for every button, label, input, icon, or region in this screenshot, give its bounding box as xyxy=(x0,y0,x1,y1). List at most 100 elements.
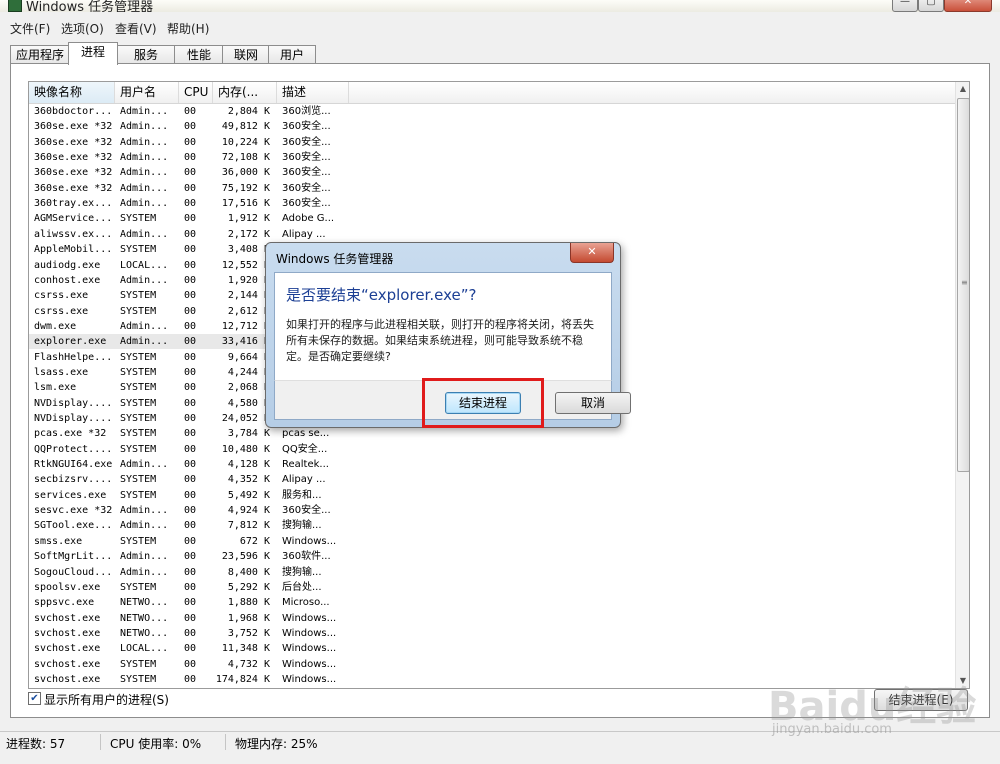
table-row[interactable]: 360se.exe *32 Admin... 00 49,812 K 360安全... xyxy=(29,119,349,134)
process-memory: 23,596 K xyxy=(221,551,270,563)
table-row[interactable]: spoolsv.exe SYSTEM 00 5,292 K 后台处... xyxy=(29,580,349,595)
tab-applications[interactable]: 应用程序 xyxy=(10,45,70,64)
minimize-button[interactable]: — xyxy=(892,0,918,12)
table-row[interactable]: 360bdoctor... Admin... 00 2,804 K 360浏览... xyxy=(29,104,349,119)
process-cpu: 00 xyxy=(184,489,197,501)
table-row[interactable]: services.exe SYSTEM 00 5,492 K 服务和... xyxy=(29,488,349,503)
menu-options[interactable]: 选项(O) xyxy=(61,20,104,37)
process-name: svchost.exe xyxy=(34,627,101,639)
table-row[interactable]: SoftMgrLit... Admin... 00 23,596 K 360软件... xyxy=(29,549,349,564)
table-row[interactable]: svchost.exe NETWO... 00 3,752 K Windows... xyxy=(29,626,349,641)
table-row[interactable]: SGTool.exe... Admin... 00 7,812 K 搜狗输... xyxy=(29,518,349,533)
process-name: 360se.exe *32 xyxy=(34,182,113,194)
status-process-count: 进程数: 57 xyxy=(6,737,66,751)
process-name: RtkNGUI64.exe xyxy=(34,459,113,471)
dialog-close-icon[interactable]: ✕ xyxy=(570,243,614,263)
checkbox-check-icon[interactable]: ✔ xyxy=(28,692,41,705)
process-description: Windows... xyxy=(282,627,337,639)
process-user: Admin... xyxy=(120,320,169,332)
menu-help[interactable]: 帮助(H) xyxy=(167,20,209,37)
table-row[interactable]: RtkNGUI64.exe Admin... 00 4,128 K Realtek... xyxy=(29,457,349,472)
process-cpu: 00 xyxy=(184,121,197,133)
process-cpu: 00 xyxy=(184,167,197,179)
scroll-thumb[interactable]: ≡ xyxy=(957,98,969,472)
process-user: Admin... xyxy=(120,505,169,517)
process-description: 360软件... xyxy=(282,551,331,563)
process-name: 360se.exe *32 xyxy=(34,121,113,133)
process-user: Admin... xyxy=(120,167,169,179)
tab-networking[interactable]: 联网 xyxy=(222,45,270,64)
table-row[interactable]: pcas.exe *32 SYSTEM 00 3,784 K pcas se... xyxy=(29,426,349,441)
table-row[interactable]: svchost.exe SYSTEM 00 4,732 K Windows... xyxy=(29,657,349,672)
process-memory: 49,812 K xyxy=(221,121,270,133)
process-user: Admin... xyxy=(120,566,169,578)
dialog-message: 如果打开的程序与此进程相关联，则打开的程序将关闭，将丢失所有未保存的数据。如果结… xyxy=(286,318,594,363)
process-memory: 5,292 K xyxy=(227,581,270,593)
table-row[interactable]: 360se.exe *32 Admin... 00 72,108 K 360安全... xyxy=(29,150,349,165)
process-user: SYSTEM xyxy=(120,382,157,394)
process-memory: 1,920 K xyxy=(227,274,270,286)
process-user: SYSTEM xyxy=(120,213,157,225)
close-button[interactable]: ✕ xyxy=(944,0,992,12)
scroll-up-arrow-icon[interactable]: ▲ xyxy=(956,82,969,96)
table-row[interactable]: svchost.exe NETWO... 00 1,968 K Windows... xyxy=(29,611,349,626)
process-cpu: 00 xyxy=(184,581,197,593)
column-user-name[interactable]: 用户名 xyxy=(115,82,179,103)
table-row[interactable]: secbizsrv.... SYSTEM 00 4,352 K Alipay ... xyxy=(29,472,349,487)
table-row[interactable]: 360se.exe *32 Admin... 00 10,224 K 360安全... xyxy=(29,135,349,150)
table-row[interactable]: sppsvc.exe NETWO... 00 1,880 K Microso... xyxy=(29,595,349,610)
column-description[interactable]: 描述 xyxy=(277,82,349,103)
column-image-name[interactable]: 映像名称 xyxy=(29,82,115,103)
process-cpu: 00 xyxy=(184,551,197,563)
vertical-scrollbar[interactable]: ▲ ≡ ▼ xyxy=(955,82,969,688)
tab-processes[interactable]: 进程 xyxy=(68,42,118,65)
process-cpu: 00 xyxy=(184,428,197,440)
menu-view[interactable]: 查看(V) xyxy=(115,20,157,37)
process-name: dwm.exe xyxy=(34,320,77,332)
table-row[interactable]: QQProtect.... SYSTEM 00 10,480 K QQ安全... xyxy=(29,442,349,457)
process-description: Alipay ... xyxy=(282,228,326,240)
table-row[interactable]: smss.exe SYSTEM 00 672 K Windows... xyxy=(29,534,349,549)
process-description: 360安全... xyxy=(282,198,331,210)
tab-services[interactable]: 服务 xyxy=(116,45,176,64)
menu-file[interactable]: 文件(F) xyxy=(10,20,50,37)
table-row[interactable]: 360tray.ex... Admin... 00 17,516 K 360安全... xyxy=(29,196,349,211)
process-memory: 9,664 K xyxy=(227,351,270,363)
table-row[interactable]: aliwssv.ex... Admin... 00 2,172 K Alipay ... xyxy=(29,227,349,242)
table-row[interactable]: 360se.exe *32 Admin... 00 75,192 K 360安全... xyxy=(29,181,349,196)
status-divider xyxy=(225,734,226,750)
dialog-cancel-button[interactable]: 取消 xyxy=(555,392,631,414)
process-name: services.exe xyxy=(34,489,107,501)
process-cpu: 00 xyxy=(184,597,197,609)
status-bar: 进程数: 57 CPU 使用率: 0% 物理内存: 25% xyxy=(0,731,1000,752)
process-description: Alipay ... xyxy=(282,474,326,486)
maximize-button[interactable]: ▢ xyxy=(918,0,944,12)
process-user: SYSTEM xyxy=(120,305,157,317)
process-cpu: 00 xyxy=(184,305,197,317)
scroll-down-arrow-icon[interactable]: ▼ xyxy=(956,674,969,688)
table-row[interactable]: SogouCloud... Admin... 00 8,400 K 搜狗输... xyxy=(29,565,349,580)
process-cpu: 00 xyxy=(184,320,197,332)
process-description: Realtek... xyxy=(282,459,329,471)
process-cpu: 00 xyxy=(184,520,197,532)
process-name: svchost.exe xyxy=(34,673,101,685)
table-row[interactable]: svchost.exe SYSTEM 00 174,824 K Windows... xyxy=(29,672,349,687)
process-memory: 4,244 K xyxy=(227,366,270,378)
process-cpu: 00 xyxy=(184,274,197,286)
process-cpu: 00 xyxy=(184,443,197,455)
end-process-button[interactable]: 结束进程(E) xyxy=(874,689,968,711)
table-row[interactable]: AGMService... SYSTEM 00 1,912 K Adobe G... xyxy=(29,211,349,226)
column-cpu[interactable]: CPU xyxy=(179,82,213,103)
table-row[interactable]: 360se.exe *32 Admin... 00 36,000 K 360安全... xyxy=(29,165,349,180)
process-cpu: 00 xyxy=(184,643,197,655)
table-row[interactable]: svchost.exe LOCAL... 00 11,348 K Windows... xyxy=(29,641,349,656)
process-cpu: 00 xyxy=(184,228,197,240)
process-memory: 7,812 K xyxy=(227,520,270,532)
table-row[interactable]: sesvc.exe *32 Admin... 00 4,924 K 360安全... xyxy=(29,503,349,518)
process-name: 360se.exe *32 xyxy=(34,152,113,164)
column-memory[interactable]: 内存(... xyxy=(213,82,277,103)
process-cpu: 00 xyxy=(184,566,197,578)
tab-performance[interactable]: 性能 xyxy=(174,45,224,64)
process-memory: 2,612 K xyxy=(227,305,270,317)
tab-users[interactable]: 用户 xyxy=(268,45,316,64)
